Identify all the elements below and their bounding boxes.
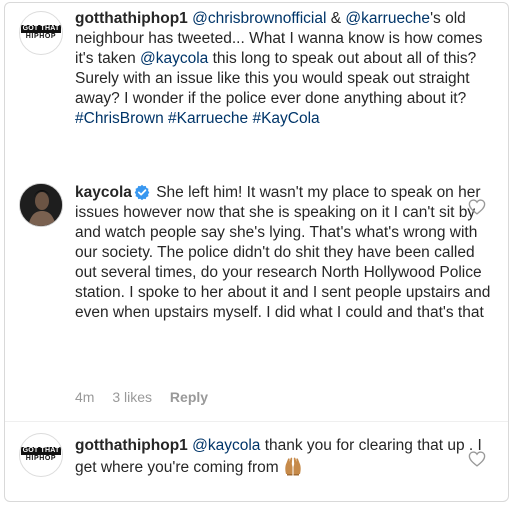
- comment-body: gotthathiphop1 @kaycola thank you for cl…: [75, 436, 495, 478]
- divider: [5, 421, 508, 422]
- like-heart-icon[interactable]: [468, 199, 486, 215]
- avatar-logo-top: GOT THAT: [20, 447, 62, 455]
- person-photo-icon: [20, 184, 62, 226]
- comment-body: kaycola She left him! It wasn't my place…: [75, 183, 495, 323]
- avatar-gotthathiphop[interactable]: GOT THAT HIPHOP: [19, 11, 63, 55]
- raised-hands-emoji: [285, 457, 301, 476]
- avatar-logo-top: GOT THAT: [20, 25, 62, 33]
- comment-text: &: [326, 10, 346, 27]
- like-heart-icon[interactable]: [468, 451, 486, 467]
- mention-link[interactable]: @kaycola: [140, 50, 208, 67]
- mention-link[interactable]: @kaycola: [192, 437, 260, 454]
- verified-badge-icon: [134, 184, 150, 200]
- username[interactable]: gotthathiphop1: [75, 437, 188, 454]
- likes-count[interactable]: 3 likes: [112, 389, 152, 405]
- avatar-kaycola[interactable]: [19, 183, 63, 227]
- avatar-logo-bottom: HIPHOP: [25, 455, 57, 462]
- hashtag-links[interactable]: #ChrisBrown #Karrueche #KayCola: [75, 110, 320, 127]
- reply-button[interactable]: Reply: [170, 389, 208, 405]
- comment-body: gotthathiphop1 @chrisbrownofficial & @ka…: [75, 9, 495, 129]
- mention-link[interactable]: @karrueche: [345, 10, 430, 27]
- mention-link[interactable]: @chrisbrownofficial: [192, 10, 326, 27]
- avatar-logo-bottom: HIPHOP: [25, 33, 57, 40]
- comment-text: She left him! It wasn't my place to spea…: [75, 184, 491, 321]
- username[interactable]: kaycola: [75, 184, 132, 201]
- comment-meta: 4m 3 likes Reply: [75, 389, 222, 405]
- comments-panel: GOT THAT HIPHOP gotthathiphop1 @chrisbro…: [4, 2, 509, 502]
- avatar-gotthathiphop[interactable]: GOT THAT HIPHOP: [19, 433, 63, 477]
- username[interactable]: gotthathiphop1: [75, 10, 188, 27]
- timestamp: 4m: [75, 389, 95, 405]
